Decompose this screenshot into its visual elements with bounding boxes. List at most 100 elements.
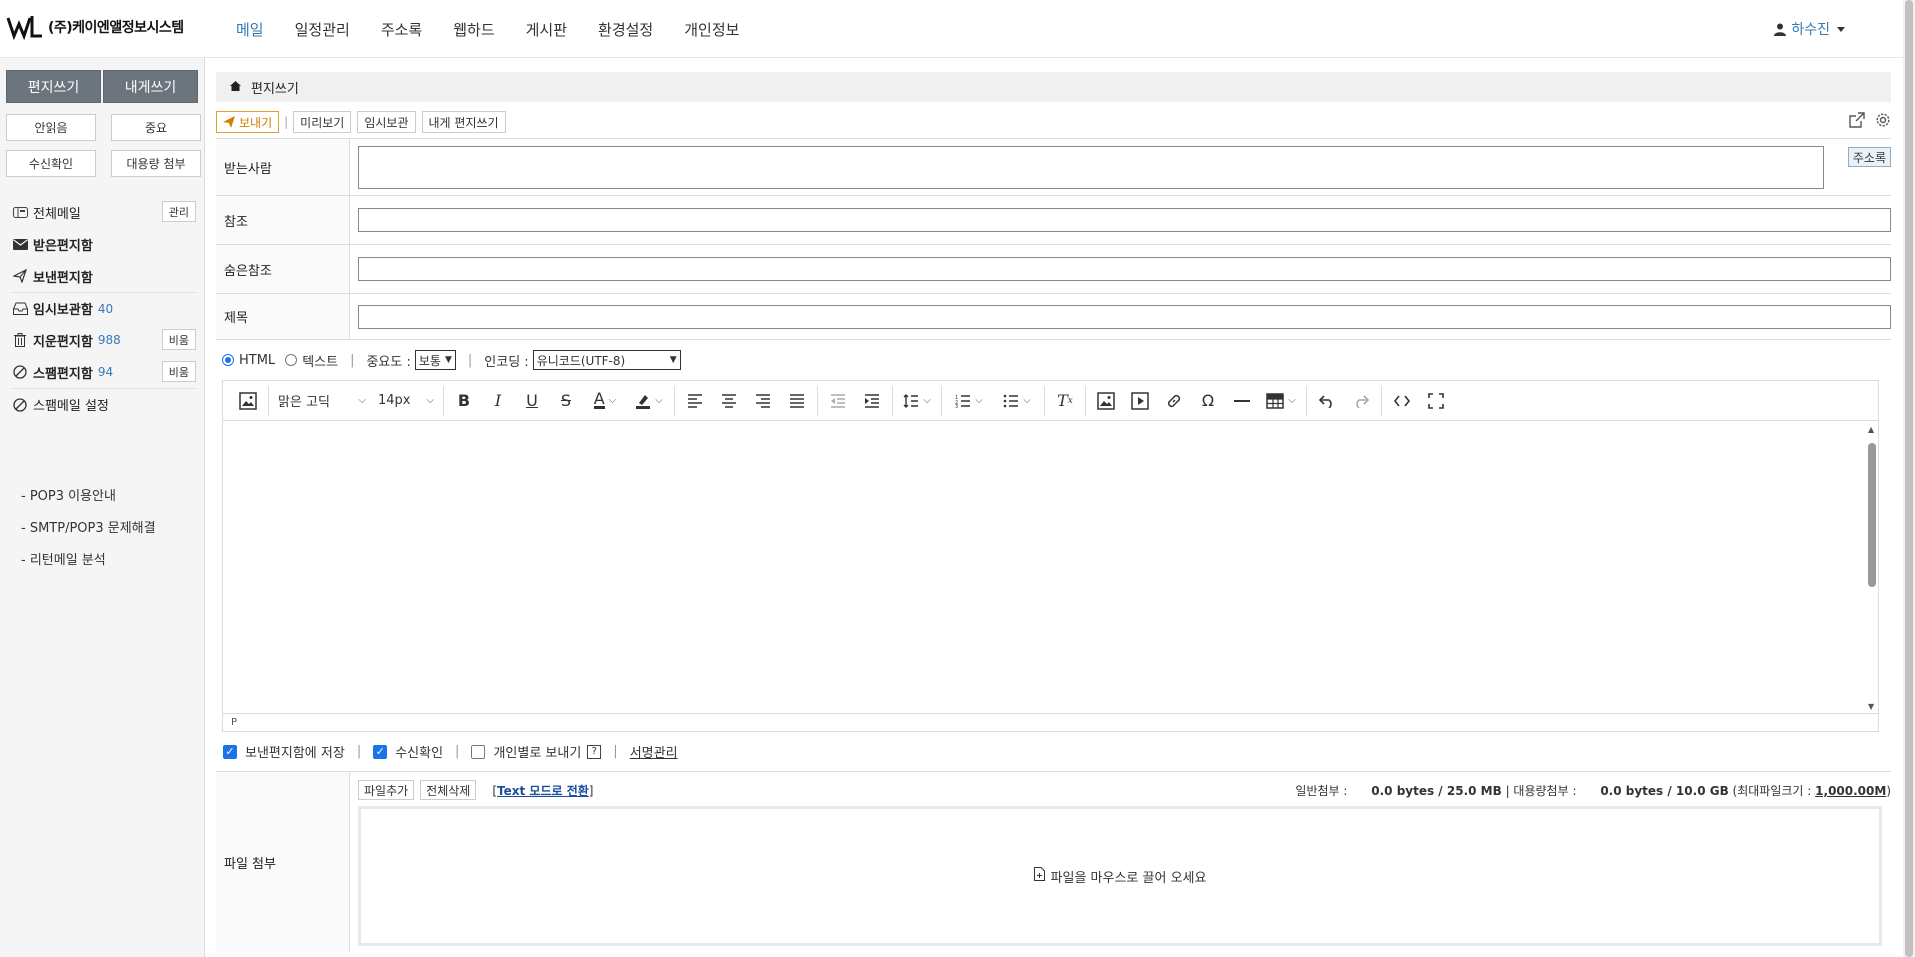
file-drop-zone[interactable]: 파일을 마우스로 끌어 오세요 [358, 806, 1882, 946]
horizontal-rule-icon[interactable] [1225, 384, 1259, 418]
write-to-self-button[interactable]: 내게 편지쓰기 [421, 111, 506, 133]
folder-spam[interactable]: 스팸편지함 94 비움 [12, 356, 196, 388]
bcc-row: 숨은참조 [216, 245, 1891, 294]
font-family-select[interactable]: 맑은 고딕 ⌵ [272, 384, 372, 418]
video-icon[interactable] [1123, 384, 1157, 418]
special-char-icon[interactable]: Ω [1191, 384, 1225, 418]
underline-icon[interactable]: U [515, 384, 549, 418]
redo-icon[interactable] [1344, 384, 1378, 418]
nav-board[interactable]: 게시판 [526, 19, 567, 40]
page-scrollbar[interactable] [1903, 0, 1915, 957]
priority-select[interactable]: 보통 ▼ [414, 350, 456, 370]
folder-drafts[interactable]: 임시보관함 40 [12, 292, 196, 324]
link-return-mail[interactable]: - 리턴메일 분석 [21, 542, 156, 574]
empty-trash-button[interactable]: 비움 [161, 329, 196, 350]
compose-button[interactable]: 편지쓰기 [6, 70, 101, 103]
align-justify-icon[interactable] [780, 384, 814, 418]
bold-icon[interactable]: B [447, 384, 481, 418]
italic-icon[interactable]: I [481, 384, 515, 418]
nav-contacts[interactable]: 주소록 [381, 19, 422, 40]
large-attachment-button[interactable]: 대용량 첨부 [111, 150, 201, 177]
scroll-down-icon[interactable]: ▼ [1868, 702, 1874, 711]
max-size-value: 1,000.00M [1815, 783, 1887, 798]
folder-sent[interactable]: 보낸편지함 [12, 260, 196, 292]
image-icon[interactable] [1089, 384, 1123, 418]
folder-name: 지운편지함 [33, 334, 93, 350]
ban-icon [12, 365, 28, 379]
cc-input[interactable] [358, 208, 1891, 232]
outdent-icon[interactable] [821, 384, 855, 418]
divider: | [467, 352, 473, 368]
text-mode-link[interactable]: [Text 모드로 전환] [492, 782, 593, 799]
line-height-icon[interactable]: ⌵ [896, 384, 938, 418]
scroll-up-icon[interactable]: ▲ [1868, 425, 1874, 434]
subject-input[interactable] [358, 304, 1891, 329]
user-menu[interactable]: 하수진 [1774, 19, 1845, 39]
nav-personal[interactable]: 개인정보 [684, 19, 739, 40]
add-file-button[interactable]: 파일추가 [358, 780, 415, 800]
table-icon[interactable]: ⌵ [1259, 384, 1303, 418]
normal-quota-label: 일반첨부 : [1295, 783, 1348, 798]
compose-to-self-button[interactable]: 내게쓰기 [103, 70, 198, 103]
bcc-input[interactable] [358, 257, 1891, 281]
scrollbar-thumb[interactable] [1868, 443, 1876, 587]
spam-settings[interactable]: 스팸메일 설정 [12, 388, 196, 420]
help-icon[interactable]: ? [587, 744, 602, 759]
source-code-icon[interactable] [1385, 384, 1419, 418]
preview-button[interactable]: 미리보기 [293, 111, 352, 133]
numbered-list-icon[interactable]: 1 2 3 ⌵ [945, 384, 993, 418]
read-receipt-button[interactable]: 수신확인 [6, 150, 96, 177]
folder-inbox[interactable]: 받은편지함 [12, 228, 196, 260]
individual-send-checkbox[interactable] [471, 744, 486, 759]
bullet-list-icon[interactable]: ⌵ [993, 384, 1041, 418]
nav-settings[interactable]: 환경설정 [598, 19, 653, 40]
to-input[interactable] [358, 145, 1824, 189]
fullscreen-icon[interactable] [1419, 384, 1453, 418]
read-receipt-checkbox[interactable]: ✓ [373, 744, 388, 759]
scrollbar-thumb[interactable] [1905, 0, 1913, 957]
gear-icon[interactable] [1875, 112, 1891, 132]
strikethrough-icon[interactable]: S [549, 384, 583, 418]
link-icon[interactable] [1157, 384, 1191, 418]
editor-scrollbar[interactable]: ▲ ▼ [1868, 425, 1876, 711]
nav-schedule[interactable]: 일정관리 [295, 19, 350, 40]
inbox-tray-icon [12, 302, 28, 315]
insert-image-icon[interactable] [231, 384, 265, 418]
link-smtp-troubleshoot[interactable]: - SMTP/POP3 문제해결 [21, 510, 156, 542]
subject-label: 제목 [216, 294, 350, 339]
chevron-down-icon: ⌵ [923, 395, 931, 406]
encoding-select[interactable]: 유니코드(UTF-8) ▼ [532, 350, 681, 370]
folder-all[interactable]: 전체메일 관리 [12, 196, 196, 228]
nav-webhard[interactable]: 웹하드 [453, 19, 494, 40]
save-draft-button[interactable]: 임시보관 [357, 111, 416, 133]
align-center-icon[interactable] [712, 384, 746, 418]
nav-mail[interactable]: 메일 [236, 19, 264, 40]
clear-format-icon[interactable]: Tx [1048, 384, 1082, 418]
encoding-value: 유니코드(UTF-8) [536, 353, 626, 368]
folder-name: 보낸편지함 [33, 270, 93, 286]
manage-button[interactable]: 관리 [161, 201, 196, 222]
indent-icon[interactable] [855, 384, 889, 418]
address-book-button[interactable]: 주소록 [1847, 147, 1891, 167]
align-right-icon[interactable] [746, 384, 780, 418]
text-color-icon[interactable]: A ⌵ [583, 384, 627, 418]
font-size-select[interactable]: 14px ⌵ [372, 384, 440, 418]
unread-filter-button[interactable]: 안읽음 [6, 114, 96, 141]
undo-icon[interactable] [1310, 384, 1344, 418]
company-logo[interactable]: (주)케이엔앨정보시스템 [6, 14, 184, 40]
align-left-icon[interactable] [678, 384, 712, 418]
delete-all-button[interactable]: 전체삭제 [420, 780, 477, 800]
send-button[interactable]: 보내기 [216, 111, 280, 133]
important-filter-button[interactable]: 중요 [111, 114, 201, 141]
highlight-color-icon[interactable]: ⌵ [627, 384, 671, 418]
text-radio[interactable] [285, 354, 298, 366]
popout-icon[interactable] [1849, 112, 1865, 132]
divider [941, 385, 942, 416]
html-radio[interactable] [222, 354, 234, 366]
editor-body[interactable]: ▲ ▼ [223, 421, 1878, 713]
link-pop3-guide[interactable]: - POP3 이용안내 [21, 478, 156, 510]
signature-link[interactable]: 서명관리 [630, 742, 678, 761]
folder-trash[interactable]: 지운편지함 988 비움 [12, 324, 196, 356]
save-sent-checkbox[interactable]: ✓ [223, 744, 237, 759]
empty-spam-button[interactable]: 비움 [161, 361, 196, 382]
